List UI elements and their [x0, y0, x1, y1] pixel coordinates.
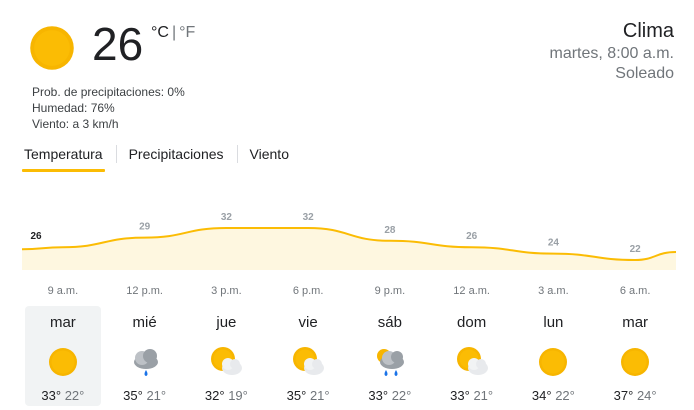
high-temperature: 37°	[613, 388, 634, 403]
value-label: 26	[466, 231, 478, 242]
daily-forecast: mar 33° 22° mié 35° 21° jue 32° 19° vie 35° 21°…	[22, 306, 676, 406]
day-name: mar	[49, 314, 76, 331]
time-label: 6 p.m.	[293, 285, 324, 297]
day-temperatures: 34° 22°	[515, 388, 591, 403]
time-label: 9 a.m.	[48, 285, 79, 297]
time-label: 3 a.m.	[538, 285, 569, 297]
day-name: mié	[132, 314, 157, 331]
day-temperatures: 35° 21°	[270, 388, 346, 403]
humidity: Humedad: 76%	[32, 101, 115, 115]
high-temperature: 33°	[450, 388, 470, 403]
sun-icon	[24, 20, 80, 76]
day-mar[interactable]: mar 37° 24°	[597, 306, 673, 406]
day-temperatures: 33° 22°	[352, 388, 428, 403]
wind: Viento: a 3 km/h	[32, 117, 119, 131]
partly-cloudy-icon	[454, 344, 490, 380]
tab-temperature[interactable]: Temperatura	[22, 144, 105, 172]
tab-divider	[236, 145, 238, 163]
weather-condition: Soleado	[615, 65, 674, 82]
day-name: dom	[457, 314, 487, 331]
time-label: 12 a.m.	[453, 285, 490, 297]
temperature-chart: 26 9 a.m. 29 12 p.m. 32 3 p.m. 32 6 p.m. 28 9 p.m…	[22, 212, 676, 297]
high-temperature: 34°	[531, 388, 552, 403]
value-label: 24	[548, 238, 560, 249]
thunderstorm-icon	[372, 344, 408, 380]
low-temperature: 22°	[555, 388, 575, 403]
low-temperature: 22°	[64, 388, 85, 403]
day-name: mar	[622, 314, 649, 331]
high-temperature: 32°	[204, 388, 225, 403]
day-jue[interactable]: jue 32° 19°	[188, 306, 264, 406]
day-name: jue	[216, 314, 237, 331]
sun-icon	[617, 344, 653, 380]
partly-cloudy-icon	[208, 344, 244, 380]
day-temperatures: 37° 24°	[597, 388, 673, 403]
weather-datetime: martes, 8:00 a.m.	[549, 45, 675, 62]
unit-fahrenheit[interactable]: °F	[179, 24, 195, 41]
day-name: lun	[543, 314, 564, 331]
sun-icon	[535, 344, 571, 380]
value-label: 29	[139, 222, 151, 233]
partly-cloudy-icon	[290, 344, 326, 380]
low-temperature: 19°	[228, 388, 248, 403]
day-mié[interactable]: mié 35° 21°	[107, 306, 183, 406]
value-label: 26	[30, 231, 42, 242]
sun-icon	[45, 344, 81, 380]
low-temperature: 24°	[636, 388, 657, 403]
low-temperature: 22°	[391, 388, 412, 403]
day-temperatures: 33° 22°	[25, 388, 101, 403]
high-temperature: 33°	[41, 388, 62, 403]
value-label: 32	[303, 212, 315, 223]
chart-tabs: Temperatura Precipitaciones Viento	[22, 144, 302, 172]
tab-wind[interactable]: Viento	[248, 144, 291, 172]
low-temperature: 21°	[473, 388, 494, 403]
weather-details: Prob. de precipitaciones: 0% Humedad: 76…	[32, 84, 185, 132]
day-sáb[interactable]: sáb 33° 22°	[352, 306, 428, 406]
tab-divider	[115, 145, 117, 163]
low-temperature: 21°	[309, 388, 330, 403]
rain-cloud-icon	[127, 344, 163, 380]
day-vie[interactable]: vie 35° 21°	[270, 306, 346, 406]
day-temperatures: 35° 21°	[107, 388, 183, 403]
day-temperatures: 33° 21°	[434, 388, 510, 403]
time-label: 6 a.m.	[620, 285, 651, 297]
value-label: 22	[630, 244, 642, 255]
day-dom[interactable]: dom 33° 21°	[434, 306, 510, 406]
weather-header: Clima martes, 8:00 a.m. Soleado	[550, 18, 675, 84]
value-label: 28	[384, 225, 396, 236]
high-temperature: 33°	[368, 388, 389, 403]
time-label: 9 p.m.	[375, 285, 406, 297]
unit-celsius[interactable]: °C	[151, 24, 169, 41]
unit-separator: |	[171, 24, 177, 41]
value-label: 32	[221, 212, 233, 223]
day-name: sáb	[377, 314, 402, 331]
day-lun[interactable]: lun 34° 22°	[515, 306, 591, 406]
high-temperature: 35°	[286, 388, 307, 403]
time-label: 12 p.m.	[126, 285, 163, 297]
weather-title: Clima	[622, 20, 674, 42]
precipitation-probability: Prob. de precipitaciones: 0%	[32, 85, 185, 99]
day-mar[interactable]: mar 33° 22°	[24, 306, 101, 406]
day-name: vie	[298, 314, 318, 331]
time-label: 3 p.m.	[211, 285, 242, 297]
day-temperatures: 32° 19°	[188, 388, 264, 403]
tab-precipitation[interactable]: Precipitaciones	[127, 144, 226, 172]
high-temperature: 35°	[123, 388, 143, 403]
current-temperature: 26	[92, 18, 144, 70]
low-temperature: 21°	[146, 388, 167, 403]
unit-toggle: °C | °F	[151, 24, 195, 42]
